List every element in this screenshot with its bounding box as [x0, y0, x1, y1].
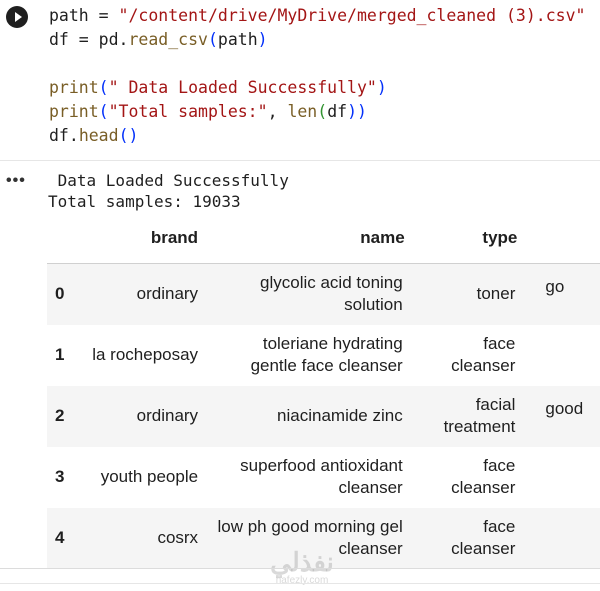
- code-token: ,: [267, 102, 288, 121]
- cell-type: facial treatment: [443, 395, 516, 436]
- code-editor[interactable]: path = "/content/drive/MyDrive/merged_cl…: [49, 4, 585, 148]
- row-index: 0: [55, 284, 65, 304]
- cell-name: low ph good morning gel cleanser: [217, 517, 403, 558]
- cell-name: niacinamide zinc: [277, 406, 403, 425]
- cell-brand: ordinary: [136, 284, 199, 304]
- cell-divider: [0, 160, 600, 161]
- code-string: " Data Loaded Successfully": [108, 78, 377, 97]
- table-row: 0 ordinary glycolic acid toning solution…: [47, 263, 600, 325]
- column-header-type: type: [414, 213, 528, 264]
- cell-truncated: good: [545, 398, 584, 418]
- run-cell-button[interactable]: [6, 6, 28, 28]
- code-line: df.head(): [49, 124, 585, 148]
- cell-type: toner: [476, 284, 516, 304]
- row-index: 2: [55, 406, 65, 425]
- cell-name: superfood antioxidant cleanser: [240, 456, 403, 497]
- row-index: 3: [55, 467, 65, 486]
- column-header-brand: brand: [91, 213, 213, 264]
- code-paren: (: [317, 102, 328, 121]
- code-paren: ): [376, 78, 387, 97]
- code-paren: ): [257, 30, 268, 49]
- code-paren: (: [98, 102, 109, 121]
- divider: [0, 568, 600, 569]
- code-token: df = pd.: [49, 30, 129, 49]
- cell-truncated: [527, 325, 600, 386]
- code-token: df: [327, 102, 348, 121]
- code-token: df.: [49, 126, 79, 145]
- code-function: print: [49, 78, 99, 97]
- stdout-line: Total samples: 19033: [48, 192, 241, 211]
- cell-type: face cleanser: [451, 456, 516, 497]
- code-token: path =: [49, 6, 119, 25]
- code-function: read_csv: [128, 30, 208, 49]
- column-header-truncated: [527, 213, 600, 264]
- watermark-url: nafezly.com: [275, 575, 329, 586]
- code-function: print: [49, 102, 99, 121]
- table-row: 4 cosrx low ph good morning gel cleanser…: [47, 507, 600, 569]
- cell-truncated: [527, 447, 600, 508]
- table-row: 2 ordinary niacinamide zinc facial treat…: [47, 385, 600, 447]
- cell-type: face cleanser: [451, 517, 516, 558]
- code-line: print(" Data Loaded Successfully"): [49, 76, 585, 100]
- row-index: 1: [55, 345, 65, 364]
- cell-name: toleriane hydrating gentle face cleanser: [250, 334, 403, 375]
- stdout-line: Data Loaded Successfully: [48, 171, 289, 190]
- more-horizontal-icon[interactable]: •••: [6, 172, 26, 190]
- code-line: path = "/content/drive/MyDrive/merged_cl…: [49, 4, 585, 28]
- code-token: path: [217, 30, 258, 49]
- cell-brand: la rocheposay: [92, 345, 199, 364]
- code-paren: (): [118, 126, 139, 145]
- code-function: len: [287, 102, 318, 121]
- code-paren: (: [98, 78, 109, 97]
- code-line: print("Total samples:", len(df)): [49, 100, 585, 124]
- code-paren: )): [347, 102, 367, 121]
- cell-name: glycolic acid toning solution: [260, 273, 403, 315]
- divider: [0, 583, 600, 584]
- code-line: df = pd.read_csv(path): [49, 28, 585, 52]
- table-row: 1 la rocheposay toleriane hydrating gent…: [47, 325, 600, 386]
- cell-brand: ordinary: [136, 406, 199, 425]
- row-index: 4: [55, 528, 65, 547]
- dataframe-table: brand name type 0 ordinary glycolic acid…: [47, 213, 600, 569]
- table-row: 3 youth people superfood antioxidant cle…: [47, 447, 600, 508]
- code-cell[interactable]: path = "/content/drive/MyDrive/merged_cl…: [0, 0, 600, 160]
- column-header-name: name: [212, 213, 415, 264]
- code-string: "Total samples:": [108, 102, 268, 121]
- cell-truncated: [527, 508, 600, 569]
- code-string: "/content/drive/MyDrive/merged_cleaned (…: [118, 6, 586, 25]
- output-stdout: Data Loaded Successfully Total samples: …: [48, 170, 289, 212]
- header-row: brand name type: [47, 213, 600, 264]
- index-header: [47, 213, 92, 264]
- code-paren: (: [207, 30, 218, 49]
- cell-brand: cosrx: [157, 528, 199, 547]
- cell-type: face cleanser: [451, 334, 516, 375]
- cell-truncated: go: [545, 277, 565, 296]
- cell-brand: youth people: [100, 467, 199, 486]
- code-function: head: [78, 126, 119, 145]
